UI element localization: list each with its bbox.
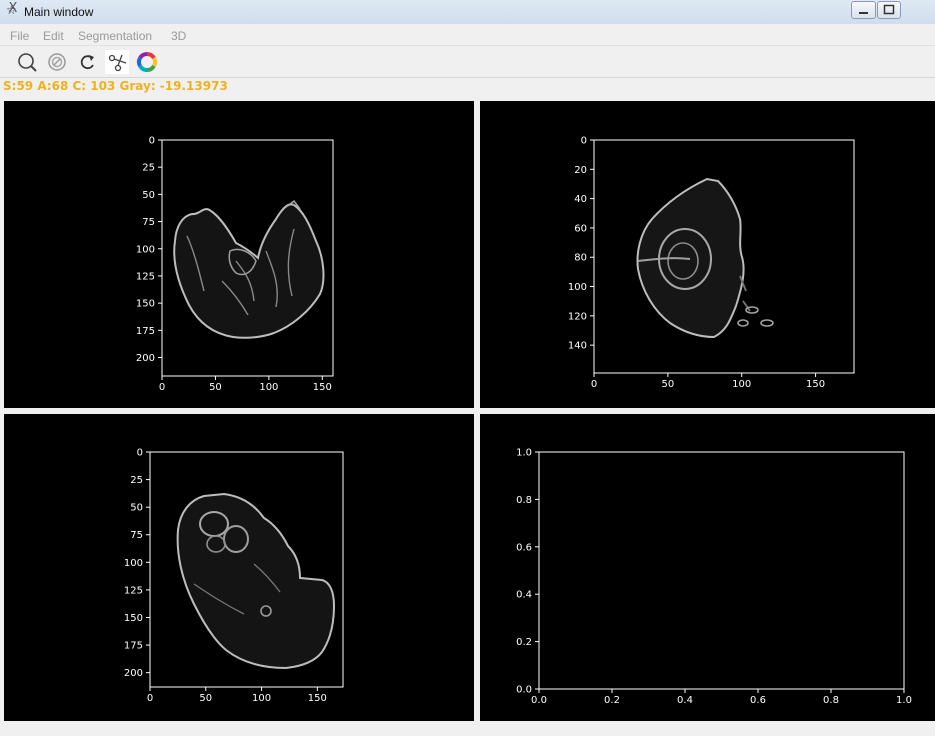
y-tick-label: 0.8 [516, 495, 532, 506]
x-tick-label: 1.0 [896, 695, 912, 706]
minimize-icon [859, 12, 868, 14]
zoom-icon [18, 53, 37, 72]
coronal-brain-image [636, 177, 774, 339]
contrast-tool-button[interactable] [45, 50, 69, 74]
sagittal-view-panel[interactable]: 0 50 100 150 0 25 50 75 100 125 150 175 200 [4, 414, 474, 721]
cut-tool-button[interactable] [105, 50, 129, 74]
y-tick-label: 75 [142, 217, 155, 228]
y-tick-label: 0.6 [516, 542, 532, 553]
rotate-tool-button[interactable] [76, 50, 100, 74]
y-tick-label: 50 [130, 503, 143, 514]
x-tick-label: 100 [252, 693, 271, 704]
plot-area: 0 50 100 150 0 25 50 75 100 125 150 175 200 0 50 100 15… [4, 101, 935, 721]
y-tick-label: 175 [124, 641, 143, 652]
y-tick-label: 150 [136, 299, 155, 310]
x-tick-label: 0.2 [604, 695, 620, 706]
status-readout: S:59 A:68 C: 103 Gray: -19.13973 [3, 79, 228, 93]
y-tick-label: 25 [130, 475, 143, 486]
contrast-icon [48, 53, 66, 71]
y-tick-label: 20 [574, 165, 587, 176]
y-tick-label: 60 [574, 223, 587, 234]
render-axis-ticks: 0.0 0.2 0.4 0.6 0.8 1.0 0.0 0.2 0.4 0.6 0.8 1.0 [516, 448, 912, 707]
window-title: Main window [24, 5, 94, 19]
axial-view-panel[interactable]: 0 50 100 150 0 25 50 75 100 125 150 175 200 [4, 101, 474, 408]
y-tick-label: 125 [124, 585, 143, 596]
axial-brain-image [173, 199, 325, 339]
color-tool-button[interactable] [135, 50, 159, 74]
status-bar [0, 722, 935, 736]
x-tick-label: 0.4 [677, 695, 693, 706]
color-wheel-icon [136, 51, 158, 73]
x-tick-label: 0.0 [531, 695, 547, 706]
y-tick-label: 0.0 [516, 685, 532, 696]
y-tick-label: 140 [568, 341, 587, 352]
menu-file[interactable]: File [10, 29, 29, 43]
x-tick-label: 50 [209, 382, 222, 393]
y-tick-label: 80 [574, 253, 587, 264]
render-plot-frame [538, 451, 905, 690]
y-tick-label: 0.4 [516, 590, 532, 601]
y-tick-label: 125 [136, 271, 155, 282]
x-tick-label: 150 [806, 379, 825, 390]
y-tick-label: 0 [137, 448, 143, 459]
y-tick-label: 150 [124, 613, 143, 624]
x-tick-label: 0 [159, 382, 165, 393]
x-tick-label: 150 [308, 693, 327, 704]
coronal-view-plot: 0 50 100 150 0 20 40 60 80 100 120 140 [568, 136, 855, 390]
y-tick-label: 100 [124, 558, 143, 569]
y-tick-label: 75 [130, 530, 143, 541]
x-tick-label: 100 [732, 379, 751, 390]
x-tick-label: 150 [313, 382, 332, 393]
coronal-view-panel[interactable]: 0 50 100 150 0 20 40 60 80 100 120 140 [480, 101, 935, 408]
menu-segmentation[interactable]: Segmentation [78, 29, 152, 43]
x-tick-label: 0 [591, 379, 597, 390]
x-tick-label: 50 [199, 693, 212, 704]
app-icon: ☆ [6, 3, 17, 17]
y-tick-label: 0 [149, 136, 155, 147]
x-tick-label: 100 [259, 382, 278, 393]
scissors-icon [105, 50, 129, 74]
rotate-icon [80, 55, 94, 70]
y-tick-label: 25 [142, 163, 155, 174]
y-tick-label: 200 [124, 668, 143, 679]
maximize-button[interactable] [877, 1, 901, 19]
y-tick-label: 50 [142, 190, 155, 201]
render-view-panel[interactable]: 0.0 0.2 0.4 0.6 0.8 1.0 0.0 0.2 0.4 0.6 0.8 1.0 [480, 414, 935, 721]
menu-edit[interactable]: Edit [43, 29, 64, 43]
y-tick-label: 200 [136, 353, 155, 364]
x-tick-label: 0.6 [750, 695, 766, 706]
y-tick-label: 0.2 [516, 637, 532, 648]
y-tick-label: 0 [581, 136, 587, 147]
sagittal-view-plot: 0 50 100 150 0 25 50 75 100 125 150 175 200 [124, 448, 344, 704]
menu-bar: File Edit Segmentation 3D [0, 27, 935, 46]
sagittal-brain-image [176, 492, 336, 670]
maximize-icon [883, 4, 895, 15]
zoom-tool-button[interactable] [15, 50, 39, 74]
x-tick-label: 50 [661, 379, 674, 390]
minimize-button[interactable] [851, 1, 876, 19]
toolbar [0, 47, 935, 78]
x-tick-label: 0 [147, 693, 153, 704]
y-tick-label: 1.0 [516, 448, 532, 459]
y-tick-label: 40 [574, 194, 587, 205]
x-tick-label: 0.8 [823, 695, 839, 706]
y-tick-label: 120 [568, 311, 587, 322]
axial-view-plot: 0 50 100 150 0 25 50 75 100 125 150 175 200 [136, 136, 334, 393]
y-tick-label: 175 [136, 326, 155, 337]
menu-3d[interactable]: 3D [171, 29, 186, 43]
title-bar: ☆ Main window X [0, 0, 935, 24]
y-tick-label: 100 [136, 244, 155, 255]
y-tick-label: 100 [568, 282, 587, 293]
render-view-plot: 0.0 0.2 0.4 0.6 0.8 1.0 0.0 0.2 0.4 0.6 0.8 1.0 [516, 448, 912, 707]
